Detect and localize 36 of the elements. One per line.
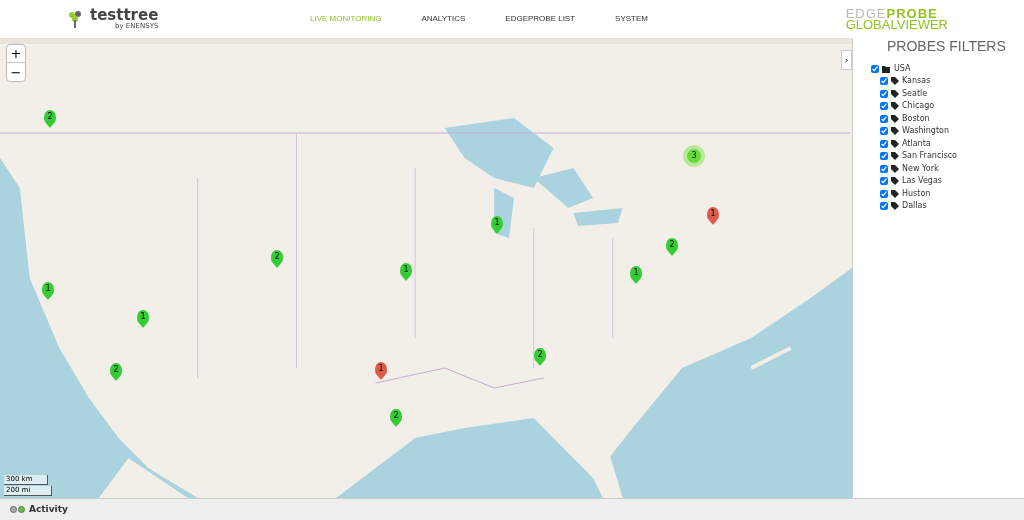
tree-label[interactable]: Dallas [902, 200, 927, 213]
tree-label[interactable]: New York [902, 162, 939, 175]
tree-label[interactable]: Kansas [902, 75, 931, 88]
checkbox[interactable] [880, 202, 888, 211]
checkbox[interactable] [880, 77, 888, 86]
tree-label[interactable]: Washington [902, 125, 949, 138]
panel-title: PROBES FILTERS [886, 37, 1007, 56]
checkbox[interactable] [880, 189, 888, 198]
status-label: Activity [29, 502, 68, 516]
brand-subtitle: GLOBALVIEWER [845, 19, 948, 30]
checkbox[interactable] [880, 177, 888, 186]
tree-label[interactable]: Atlanta [902, 137, 931, 150]
brand-title: EDGEPROBE [845, 8, 938, 19]
nav-link[interactable]: EDGEPROBE LIST [505, 13, 576, 25]
tree-label[interactable]: Las Vegas [902, 175, 942, 188]
tree-label[interactable]: USA [894, 63, 911, 75]
tree-label[interactable]: Seatle [902, 87, 928, 100]
zoom-in-button[interactable]: + [7, 45, 25, 63]
checkbox[interactable] [880, 152, 888, 161]
collapse-tab[interactable]: › [841, 50, 852, 70]
tree-label[interactable]: Boston [902, 112, 930, 125]
checkbox[interactable] [871, 65, 879, 73]
checkbox[interactable] [880, 164, 888, 173]
nav-link[interactable]: ANALYTICS [421, 13, 466, 25]
zoom-out-button[interactable]: − [7, 63, 25, 81]
folder-icon [882, 65, 891, 73]
checkbox[interactable] [880, 102, 888, 111]
checkbox[interactable] [880, 89, 888, 98]
checkbox[interactable] [880, 139, 888, 148]
tree-label[interactable]: Chicago [902, 100, 935, 113]
tree-label[interactable]: Huston [902, 187, 931, 200]
checkbox[interactable] [880, 127, 888, 136]
logo-text: testtree [90, 8, 159, 23]
checkbox[interactable] [880, 114, 888, 123]
tree-label[interactable]: San Francisco [902, 150, 957, 163]
nav-link[interactable]: SYSTEM [615, 13, 648, 25]
